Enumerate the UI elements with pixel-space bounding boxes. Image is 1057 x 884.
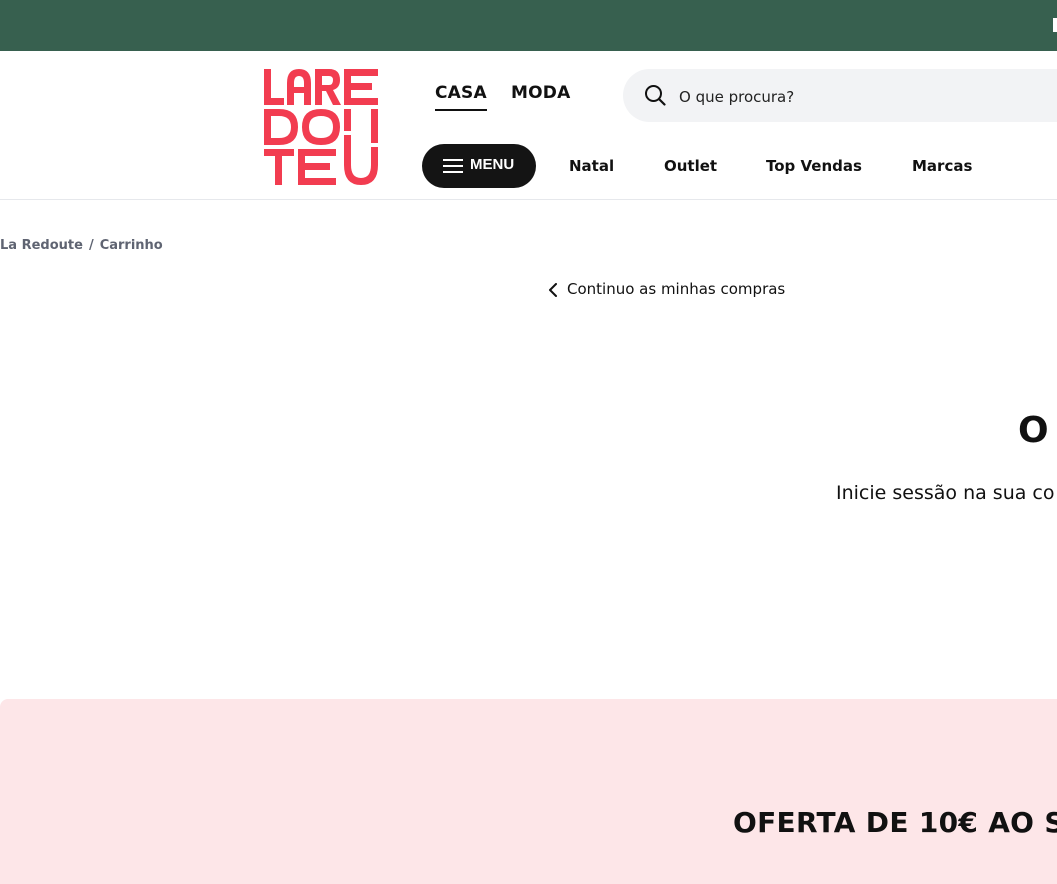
- nav-marcas[interactable]: Marcas: [912, 157, 972, 175]
- menu-button[interactable]: MENU: [422, 144, 536, 188]
- tab-moda[interactable]: MODA: [511, 83, 570, 109]
- cart-title: O: [1018, 410, 1049, 451]
- search-icon[interactable]: [644, 84, 666, 106]
- breadcrumb-current[interactable]: Carrinho: [100, 238, 163, 253]
- continue-shopping-label: Continuo as minhas compras: [567, 280, 786, 298]
- promo-title: OFERTA DE 10€ AO SU: [733, 806, 1057, 839]
- topbar-truncated-text: [1053, 18, 1057, 32]
- site-header: CASA MODA MENU Natal Outlet Top Vendas M…: [0, 51, 1057, 200]
- tab-casa[interactable]: CASA: [435, 83, 487, 111]
- search-input[interactable]: [677, 83, 1041, 111]
- la-redoute-logo[interactable]: [263, 69, 379, 185]
- nav-outlet[interactable]: Outlet: [664, 157, 717, 175]
- promo-banner: OFERTA DE 10€ AO SU: [0, 699, 1057, 884]
- nav-natal[interactable]: Natal: [569, 157, 614, 175]
- chevron-left-icon: [549, 283, 557, 297]
- breadcrumb-home-link[interactable]: La Redoute: [0, 238, 83, 253]
- top-promo-bar: [0, 0, 1057, 51]
- breadcrumb-separator: /: [88, 238, 94, 253]
- menu-button-label: MENU: [470, 156, 515, 173]
- breadcrumb: La Redoute / Carrinho: [0, 238, 163, 253]
- cart-login-prompt: Inicie sessão na sua co: [836, 482, 1055, 504]
- hamburger-icon: [443, 159, 463, 173]
- nav-top-vendas[interactable]: Top Vendas: [766, 157, 862, 175]
- logo-icon: [264, 69, 378, 185]
- search-bar[interactable]: [623, 69, 1057, 122]
